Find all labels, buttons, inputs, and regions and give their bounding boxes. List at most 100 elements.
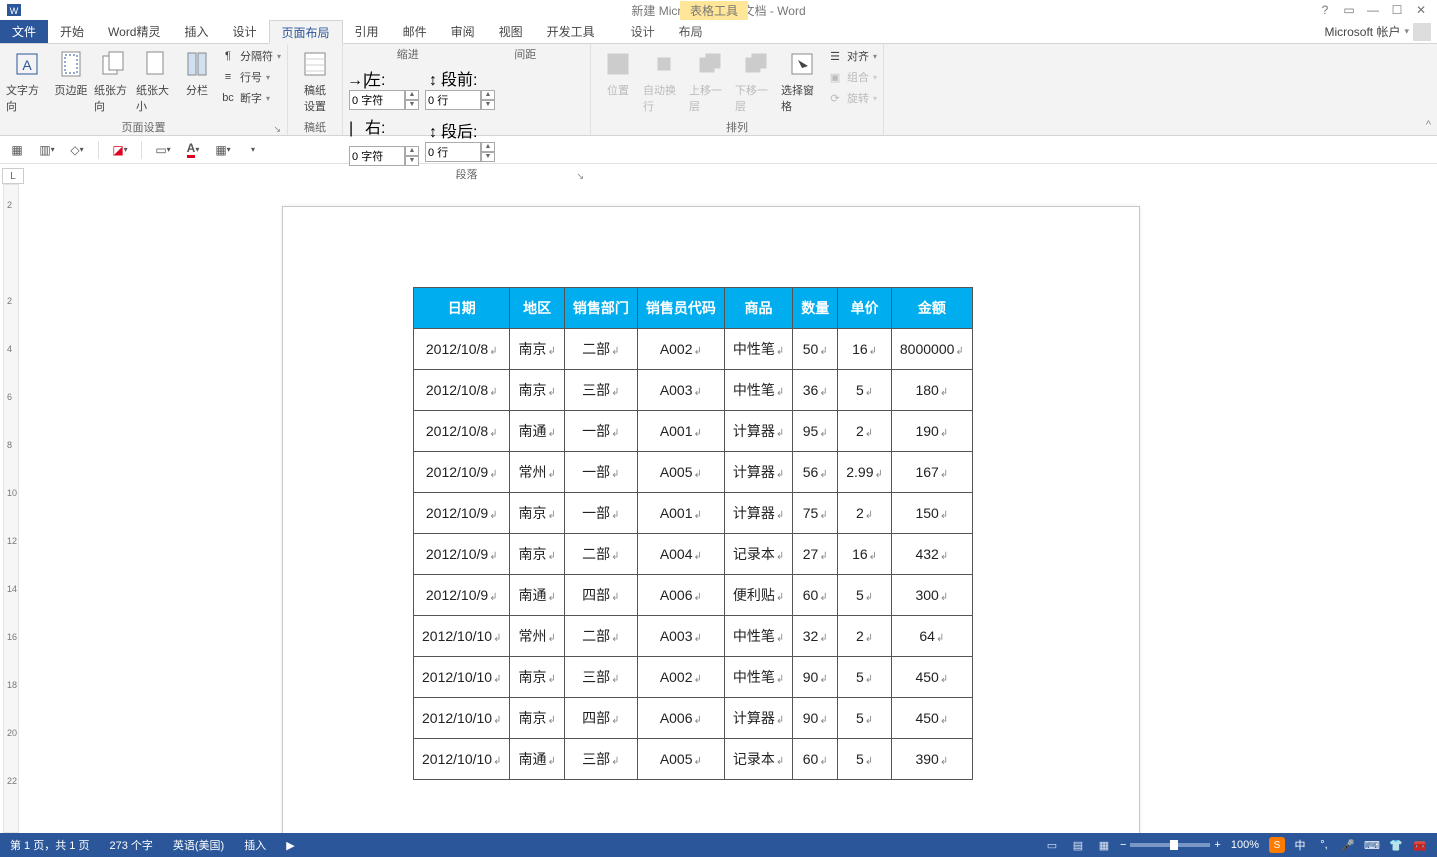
table-row[interactable]: 2012/10/9南京一部A001计算器752150: [414, 493, 973, 534]
table-cell[interactable]: 记录本: [724, 739, 792, 780]
tab-page-layout[interactable]: 页面布局: [269, 20, 343, 44]
minimize-button[interactable]: —: [1361, 1, 1385, 19]
table-cell[interactable]: 常州: [510, 616, 564, 657]
table-cell[interactable]: 南京: [510, 329, 564, 370]
tab-selector[interactable]: L: [2, 168, 24, 184]
table-row[interactable]: 2012/10/10南通三部A005记录本605390: [414, 739, 973, 780]
indent-left-input[interactable]: ▲▼: [349, 90, 419, 110]
qat-more-button[interactable]: ▾: [242, 139, 264, 161]
table-cell[interactable]: 60: [793, 575, 838, 616]
table-header[interactable]: 金额: [891, 288, 972, 329]
table-cell[interactable]: 2012/10/9: [414, 575, 510, 616]
view-read-mode-button[interactable]: ▭: [1042, 836, 1062, 854]
table-cell[interactable]: 2012/10/9: [414, 534, 510, 575]
table-cell[interactable]: 450: [891, 698, 972, 739]
table-cell[interactable]: A003: [637, 616, 724, 657]
paragraph-dialog-launcher[interactable]: ↘: [576, 171, 584, 182]
qat-table-styles-button[interactable]: ▦▾: [212, 139, 234, 161]
table-cell[interactable]: 16: [838, 534, 892, 575]
table-cell[interactable]: 2: [838, 616, 892, 657]
table-cell[interactable]: 2012/10/8: [414, 329, 510, 370]
table-cell[interactable]: 2012/10/10: [414, 616, 510, 657]
table-cell[interactable]: 南京: [510, 698, 564, 739]
account-menu[interactable]: Microsoft 帐户 ▾: [1324, 20, 1437, 43]
table-cell[interactable]: 300: [891, 575, 972, 616]
table-cell[interactable]: 5: [838, 370, 892, 411]
tab-references[interactable]: 引用: [343, 20, 391, 43]
orientation-button[interactable]: 纸张方向: [94, 46, 132, 114]
manuscript-settings-button[interactable]: 稿纸 设置: [294, 46, 336, 114]
table-cell[interactable]: A006: [637, 575, 724, 616]
tab-developer[interactable]: 开发工具: [535, 20, 607, 43]
table-cell[interactable]: 2012/10/10: [414, 698, 510, 739]
table-cell[interactable]: 三部: [564, 739, 637, 780]
table-cell[interactable]: 2012/10/10: [414, 657, 510, 698]
table-row[interactable]: 2012/10/8南通一部A001计算器952190: [414, 411, 973, 452]
table-row[interactable]: 2012/10/8南京三部A003中性笔365180: [414, 370, 973, 411]
table-cell[interactable]: 计算器: [724, 452, 792, 493]
data-table[interactable]: 日期地区销售部门销售员代码商品数量单价金额 2012/10/8南京二部A002中…: [413, 287, 973, 780]
table-cell[interactable]: A005: [637, 452, 724, 493]
table-row[interactable]: 2012/10/8南京二部A002中性笔50168000000: [414, 329, 973, 370]
status-language[interactable]: 英语(美国): [163, 837, 234, 853]
table-cell[interactable]: 27: [793, 534, 838, 575]
status-macro-icon[interactable]: ▶: [276, 839, 304, 852]
table-cell[interactable]: 南通: [510, 411, 564, 452]
table-cell[interactable]: 二部: [564, 329, 637, 370]
table-cell[interactable]: 2012/10/9: [414, 493, 510, 534]
table-header[interactable]: 销售员代码: [637, 288, 724, 329]
table-cell[interactable]: 60: [793, 739, 838, 780]
table-cell[interactable]: 75: [793, 493, 838, 534]
hyphenation-button[interactable]: bc断字▾: [220, 88, 281, 108]
text-direction-button[interactable]: A 文字方向: [6, 46, 48, 114]
table-cell[interactable]: 2012/10/9: [414, 452, 510, 493]
document-canvas[interactable]: 日期地区销售部门销售员代码商品数量单价金额 2012/10/8南京二部A002中…: [22, 184, 1437, 833]
tray-sogou-icon[interactable]: S: [1269, 837, 1285, 853]
tab-home[interactable]: 开始: [48, 20, 96, 43]
table-cell[interactable]: 中性笔: [724, 616, 792, 657]
table-cell[interactable]: 5: [838, 657, 892, 698]
table-cell[interactable]: 2012/10/10: [414, 739, 510, 780]
tab-view[interactable]: 视图: [487, 20, 535, 43]
table-cell[interactable]: A002: [637, 329, 724, 370]
table-header[interactable]: 销售部门: [564, 288, 637, 329]
tray-toolbox-icon[interactable]: 🧰: [1411, 836, 1429, 854]
tab-table-layout[interactable]: 布局: [667, 20, 715, 43]
qat-eraser-button[interactable]: ◇▾: [66, 139, 88, 161]
table-cell[interactable]: 计算器: [724, 493, 792, 534]
table-cell[interactable]: A006: [637, 698, 724, 739]
table-cell[interactable]: 5: [838, 575, 892, 616]
table-cell[interactable]: 5: [838, 698, 892, 739]
table-cell[interactable]: 95: [793, 411, 838, 452]
table-cell[interactable]: 中性笔: [724, 370, 792, 411]
tab-file[interactable]: 文件: [0, 20, 48, 43]
table-cell[interactable]: 便利贴: [724, 575, 792, 616]
table-row[interactable]: 2012/10/9常州一部A005计算器562.99167: [414, 452, 973, 493]
help-button[interactable]: ?: [1313, 1, 1337, 19]
page-setup-dialog-launcher[interactable]: ↘: [273, 124, 281, 135]
table-cell[interactable]: 8000000: [891, 329, 972, 370]
status-insert-mode[interactable]: 插入: [234, 837, 276, 853]
selection-pane-button[interactable]: 选择窗格: [781, 46, 823, 114]
table-cell[interactable]: 四部: [564, 698, 637, 739]
tab-insert[interactable]: 插入: [173, 20, 221, 43]
table-cell[interactable]: 二部: [564, 534, 637, 575]
table-cell[interactable]: 2012/10/8: [414, 370, 510, 411]
tray-skin-icon[interactable]: 👕: [1387, 836, 1405, 854]
table-row[interactable]: 2012/10/10常州二部A003中性笔32264: [414, 616, 973, 657]
spacing-before-input[interactable]: ▲▼: [425, 90, 495, 110]
status-word-count[interactable]: 273 个字: [99, 837, 162, 853]
table-row[interactable]: 2012/10/9南通四部A006便利贴605300: [414, 575, 973, 616]
zoom-level[interactable]: 100%: [1227, 839, 1263, 851]
table-cell[interactable]: 2: [838, 411, 892, 452]
tab-design[interactable]: 设计: [221, 20, 269, 43]
qat-shading-button[interactable]: ◪▾: [109, 139, 131, 161]
table-cell[interactable]: 90: [793, 657, 838, 698]
table-cell[interactable]: 2: [838, 493, 892, 534]
table-cell[interactable]: A003: [637, 370, 724, 411]
table-cell[interactable]: 16: [838, 329, 892, 370]
table-cell[interactable]: 三部: [564, 657, 637, 698]
table-cell[interactable]: A001: [637, 411, 724, 452]
table-header[interactable]: 商品: [724, 288, 792, 329]
table-cell[interactable]: 二部: [564, 616, 637, 657]
